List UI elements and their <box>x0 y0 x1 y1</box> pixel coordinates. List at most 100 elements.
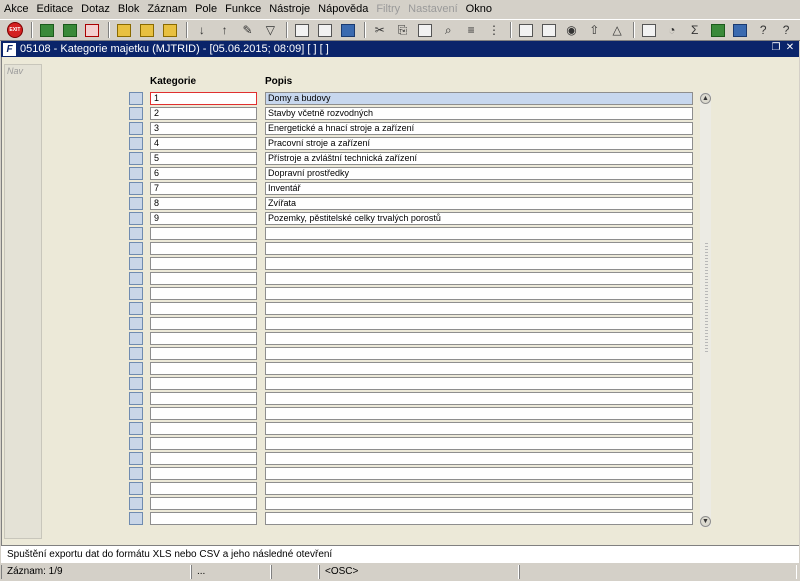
scroll-thumb[interactable] <box>705 243 708 353</box>
popis-field[interactable] <box>265 317 693 330</box>
popis-field[interactable] <box>265 332 693 345</box>
row-selector[interactable] <box>129 107 143 120</box>
kategorie-field[interactable] <box>150 467 257 480</box>
menu-item-blok[interactable]: Blok <box>118 0 139 18</box>
popis-field[interactable]: Inventář <box>265 182 693 195</box>
menu-item-pole[interactable]: Pole <box>195 0 217 18</box>
upload-icon[interactable]: ⇧ <box>585 21 603 39</box>
sort-desc-icon[interactable]: ↑ <box>216 21 234 39</box>
kategorie-field[interactable] <box>150 512 257 525</box>
row-selector[interactable] <box>129 437 143 450</box>
kategorie-field[interactable] <box>150 272 257 285</box>
popis-field[interactable] <box>265 227 693 240</box>
row-selector[interactable] <box>129 407 143 420</box>
warning-icon[interactable]: △ <box>608 21 626 39</box>
export-icon[interactable] <box>339 21 357 39</box>
nav-panel[interactable]: Nav <box>4 64 42 539</box>
scroll-up-icon[interactable]: ▲ <box>700 93 711 104</box>
row-selector[interactable] <box>129 362 143 375</box>
row-selector[interactable] <box>129 212 143 225</box>
menu-item-akce[interactable]: Akce <box>4 0 28 18</box>
kategorie-field[interactable] <box>150 407 257 420</box>
row-selector[interactable] <box>129 167 143 180</box>
row-selector[interactable] <box>129 332 143 345</box>
save-icon[interactable] <box>38 21 56 39</box>
tree-icon[interactable]: ⋮ <box>485 21 503 39</box>
popis-field[interactable] <box>265 512 693 525</box>
menu-item-napoveda[interactable]: Nápověda <box>318 0 368 18</box>
row-selector[interactable] <box>129 497 143 510</box>
popis-field[interactable]: Pracovní stroje a zařízení <box>265 137 693 150</box>
row-selector[interactable] <box>129 347 143 360</box>
tools-icon[interactable]: ✎ <box>239 21 257 39</box>
kategorie-field[interactable] <box>150 287 257 300</box>
kategorie-field[interactable] <box>150 317 257 330</box>
popis-field[interactable] <box>265 257 693 270</box>
delete-icon[interactable] <box>84 21 102 39</box>
kategorie-field[interactable] <box>150 437 257 450</box>
kategorie-field[interactable] <box>150 362 257 375</box>
popis-field[interactable]: Stavby včetně rozvodných <box>265 107 693 120</box>
find-icon[interactable]: ⌕ <box>439 21 457 39</box>
row-selector[interactable] <box>129 482 143 495</box>
popis-field[interactable]: Dopravní prostředky <box>265 167 693 180</box>
restore-icon[interactable]: ❐ <box>770 42 782 54</box>
popis-field[interactable] <box>265 287 693 300</box>
world-icon[interactable] <box>731 21 749 39</box>
row-selector[interactable] <box>129 302 143 315</box>
sum-icon[interactable]: Σ <box>686 21 704 39</box>
copy-icon[interactable]: ⎘ <box>394 21 412 39</box>
row-selector[interactable] <box>129 182 143 195</box>
query-icon[interactable] <box>115 21 133 39</box>
scroll-down-icon[interactable]: ▼ <box>700 516 711 527</box>
menu-item-editace[interactable]: Editace <box>36 0 73 18</box>
row-selector[interactable] <box>129 137 143 150</box>
save-green-icon[interactable] <box>61 21 79 39</box>
popis-field[interactable] <box>265 422 693 435</box>
row-selector[interactable] <box>129 227 143 240</box>
kategorie-field[interactable]: 2 <box>150 107 257 120</box>
query-execute-icon[interactable] <box>138 21 156 39</box>
list-icon[interactable]: ≡ <box>462 21 480 39</box>
kategorie-field[interactable] <box>150 347 257 360</box>
popis-field[interactable] <box>265 302 693 315</box>
clock-icon[interactable]: ◔ <box>663 21 681 39</box>
popis-field[interactable] <box>265 392 693 405</box>
popis-field[interactable]: Pozemky, pěstitelské celky trvalých poro… <box>265 212 693 225</box>
popis-field[interactable]: Přístroje a zvláštní technická zařízení <box>265 152 693 165</box>
popis-field[interactable] <box>265 377 693 390</box>
kategorie-field[interactable]: 4 <box>150 137 257 150</box>
kategorie-field[interactable] <box>150 302 257 315</box>
popis-field[interactable] <box>265 362 693 375</box>
menu-item-funkce[interactable]: Funkce <box>225 0 261 18</box>
row-selector[interactable] <box>129 512 143 525</box>
print-preview-icon[interactable] <box>316 21 334 39</box>
row-selector[interactable] <box>129 422 143 435</box>
excel-icon[interactable] <box>709 21 727 39</box>
popis-field[interactable]: Domy a budovy <box>265 92 693 105</box>
chart-icon[interactable] <box>640 21 658 39</box>
row-selector[interactable] <box>129 272 143 285</box>
calc-icon[interactable] <box>517 21 535 39</box>
kategorie-field[interactable]: 3 <box>150 122 257 135</box>
kategorie-field[interactable]: 1 <box>150 92 257 105</box>
row-selector[interactable] <box>129 122 143 135</box>
kategorie-field[interactable] <box>150 332 257 345</box>
close-icon[interactable]: ✕ <box>784 42 796 54</box>
popis-field[interactable] <box>265 497 693 510</box>
popis-field[interactable] <box>265 272 693 285</box>
query-cancel-icon[interactable] <box>161 21 179 39</box>
vertical-scrollbar[interactable]: ▲ ▼ <box>700 93 711 527</box>
row-selector[interactable] <box>129 197 143 210</box>
row-selector[interactable] <box>129 452 143 465</box>
menu-item-nastroje[interactable]: Nástroje <box>269 0 310 18</box>
menu-item-okno[interactable]: Okno <box>466 0 492 18</box>
row-selector[interactable] <box>129 257 143 270</box>
popis-field[interactable] <box>265 452 693 465</box>
row-selector[interactable] <box>129 392 143 405</box>
sort-asc-icon[interactable]: ↓ <box>193 21 211 39</box>
kategorie-field[interactable] <box>150 392 257 405</box>
kategorie-field[interactable]: 6 <box>150 167 257 180</box>
popis-field[interactable]: Zvířata <box>265 197 693 210</box>
attach-icon[interactable] <box>540 21 558 39</box>
